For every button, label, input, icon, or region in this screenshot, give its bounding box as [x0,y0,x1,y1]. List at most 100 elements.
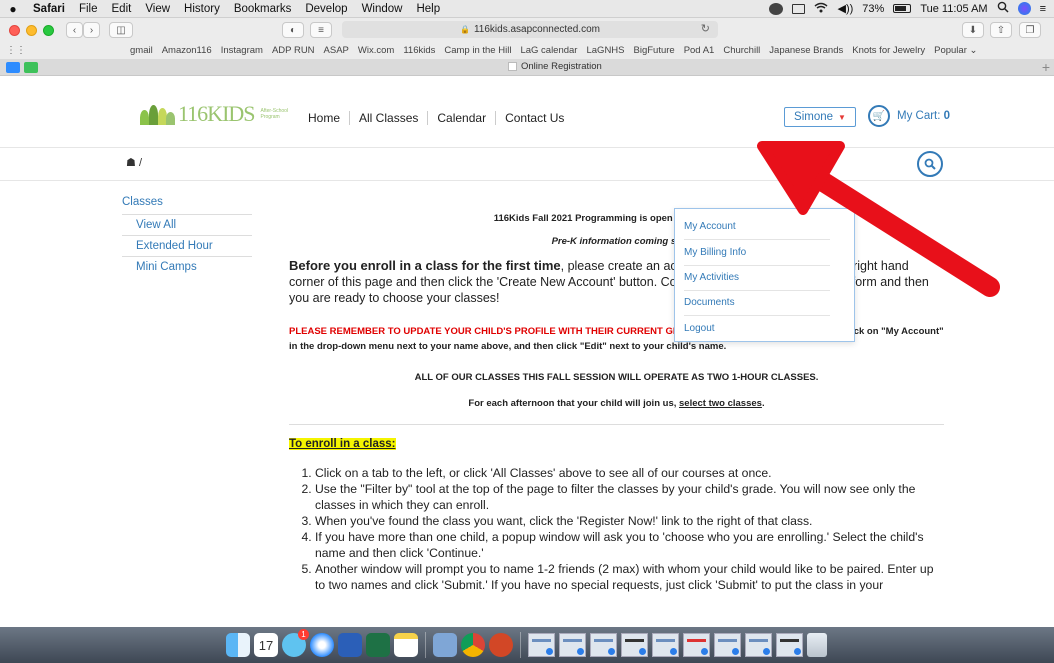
menu-item-logout[interactable]: Logout [684,323,830,341]
menu-item-my-activities[interactable]: My Activities [684,272,830,291]
menu-app-name[interactable]: Safari [26,3,72,15]
wifi-icon[interactable] [814,2,828,16]
siri-icon[interactable] [1017,2,1031,15]
reload-icon[interactable]: ↻ [701,22,710,35]
site-logo[interactable]: 116KIDS After-School Program [138,101,288,127]
minimized-window[interactable] [652,633,679,657]
facetime-app-icon[interactable] [24,62,38,73]
minimize-window-button[interactable] [26,24,37,36]
macos-dock: 17 1 [0,627,1054,663]
menu-window[interactable]: Window [355,3,410,15]
favorite-asap[interactable]: ASAP [324,45,349,56]
menu-item-my-account[interactable]: My Account [684,221,830,240]
forward-button[interactable]: › [83,22,100,38]
share-icon[interactable]: ⇧ [990,22,1012,38]
favorites-grid-icon[interactable]: ⋮⋮ [0,45,26,56]
zoom-app-icon[interactable] [6,62,20,73]
list-item: Click on a tab to the left, or click 'Al… [315,465,944,481]
reader-view-icon[interactable]: ≡ [310,22,332,38]
user-menu-button[interactable]: Simone ▼ [784,107,856,127]
favorite-116kids[interactable]: 116kids [403,45,435,56]
minimized-window[interactable] [559,633,586,657]
finder-icon[interactable] [226,633,250,657]
menu-edit[interactable]: Edit [105,3,139,15]
safari-icon[interactable] [310,633,334,657]
favorite-knots-for-jewelry[interactable]: Knots for Jewelry [852,45,925,56]
nav-all-classes[interactable]: All Classes [350,111,429,125]
favorite-lag-calendar[interactable]: LaG calendar [520,45,577,56]
minimized-window[interactable] [590,633,617,657]
privacy-shield-icon[interactable]: ◐ [282,22,304,38]
menu-view[interactable]: View [138,3,177,15]
clock[interactable]: Tue 11:05 AM [920,3,987,15]
favorite-amazon116[interactable]: Amazon116 [162,45,212,56]
favorite-lagnhs[interactable]: LaGNHS [586,45,624,56]
sidebar-toggle-button[interactable]: ◫ [109,22,133,38]
apple-icon[interactable]: ● [0,2,26,16]
control-center-icon[interactable]: ≡ [1040,3,1046,15]
cart-link[interactable]: My Cart: 0 [897,110,950,122]
close-window-button[interactable] [9,24,20,36]
favorite-pod-a1[interactable]: Pod A1 [684,45,715,56]
favorite-bigfuture[interactable]: BigFuture [634,45,675,56]
favorite-gmail[interactable]: gmail [130,45,153,56]
breadcrumb-bar: ☗ / [0,147,1054,181]
menu-bookmarks[interactable]: Bookmarks [227,3,299,15]
favorite-instagram[interactable]: Instagram [221,45,263,56]
home-icon[interactable]: ☗ [126,157,136,169]
minimized-window[interactable] [683,633,710,657]
volume-icon[interactable]: ◀)) [837,2,853,15]
fullscreen-window-button[interactable] [43,24,54,36]
minimized-window[interactable] [621,633,648,657]
favorite-adp-run[interactable]: ADP RUN [272,45,315,56]
minimized-window[interactable] [714,633,741,657]
excel-icon[interactable] [366,633,390,657]
menu-item-documents[interactable]: Documents [684,297,830,316]
notes-icon[interactable] [394,633,418,657]
spotlight-icon[interactable] [997,1,1009,16]
favorites-bar: ⋮⋮ gmail Amazon116 Instagram ADP RUN ASA… [0,42,1054,59]
tab-overview-button[interactable]: ❐ [1019,22,1041,38]
search-icon[interactable] [917,151,943,177]
preview-icon[interactable] [433,633,457,657]
cart-label: My Cart: [897,110,941,122]
powerpoint-icon[interactable] [489,633,513,657]
menu-develop[interactable]: Develop [298,3,354,15]
calendar-icon[interactable]: 17 [254,633,278,657]
address-bar[interactable]: 🔒 116kids.asapconnected.com ↻ [342,21,718,38]
minimized-window[interactable] [776,633,803,657]
tab-title: Online Registration [521,61,602,72]
nav-calendar[interactable]: Calendar [428,111,497,125]
favorite-churchill[interactable]: Churchill [723,45,760,56]
new-tab-button[interactable]: + [1042,59,1050,75]
status-app-icon[interactable] [769,2,784,15]
airplay-icon[interactable] [792,3,806,14]
sidebar-item-extended-hour[interactable]: Extended Hour [122,236,252,257]
sidebar-item-mini-camps[interactable]: Mini Camps [122,257,252,277]
word-icon[interactable] [338,633,362,657]
menu-help[interactable]: Help [409,3,447,15]
nav-home[interactable]: Home [308,111,351,125]
sidebar-title[interactable]: Classes [122,196,252,215]
messages-icon[interactable]: 1 [282,629,309,657]
menu-file[interactable]: File [72,3,105,15]
favorite-wix[interactable]: Wix.com [358,45,394,56]
menu-item-my-billing-info[interactable]: My Billing Info [684,247,830,266]
downloads-button[interactable]: ⬇ [962,22,984,38]
trash-icon[interactable] [807,633,827,657]
menu-history[interactable]: History [177,3,227,15]
chrome-icon[interactable] [461,633,485,657]
enroll-steps: Click on a tab to the left, or click 'Al… [289,465,944,593]
minimized-window[interactable] [745,633,772,657]
cart-icon[interactable]: 🛒 [868,105,890,127]
nav-contact-us[interactable]: Contact Us [496,111,573,125]
favorite-japanese-brands[interactable]: Japanese Brands [769,45,843,56]
minimized-window[interactable] [528,633,555,657]
back-button[interactable]: ‹ [66,22,83,38]
sidebar-item-view-all[interactable]: View All [122,215,252,236]
lock-icon: 🔒 [460,25,470,34]
favorite-popular-folder[interactable]: Popular ⌄ [934,45,977,56]
favorite-camp-in-the-hill[interactable]: Camp in the Hill [444,45,511,56]
battery-icon[interactable] [893,4,912,13]
tab-online-registration[interactable]: Online Registration [508,61,602,72]
